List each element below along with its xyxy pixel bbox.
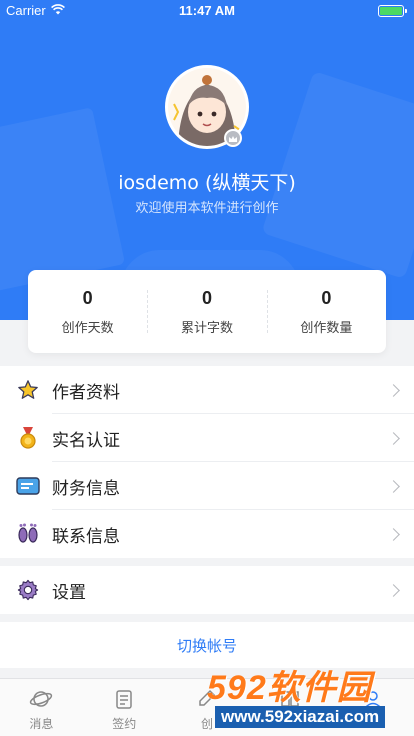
menu-item-label: 联系信息 — [52, 526, 120, 547]
crown-badge-icon — [224, 129, 242, 147]
stat-total-words: 0 累计字数 — [147, 270, 266, 353]
chevron-right-icon — [387, 431, 400, 445]
battery-icon — [378, 5, 407, 17]
welcome-text: 欢迎使用本软件进行创作 — [135, 201, 279, 216]
menu-item-label: 设置 — [52, 582, 86, 603]
stat-creation-count: 0 创作数量 — [266, 270, 386, 353]
menu-item-author-info[interactable]: 作者资料 — [0, 366, 414, 414]
menu-item-label: 作者资料 — [52, 382, 120, 403]
medal-icon — [16, 426, 40, 450]
watermark-brand: 592软件园 — [207, 669, 372, 707]
wallet-icon — [16, 474, 40, 498]
stats-card: 0 创作天数 0 累计字数 0 创作数量 — [28, 270, 386, 353]
stat-value: 0 — [201, 287, 212, 308]
profile-menu: 作者资料 实名认证 财务信息 联系信息 — [0, 366, 414, 558]
status-bar: Carrier 11:47 AM — [0, 0, 414, 22]
menu-item-finance[interactable]: 财务信息 — [0, 462, 414, 510]
menu-item-label: 财务信息 — [52, 478, 120, 499]
watermark: 592软件园 www.592xiazai.com — [205, 656, 414, 736]
stat-label: 创作天数 — [61, 320, 114, 336]
stat-value: 0 — [82, 287, 93, 308]
menu-item-real-name[interactable]: 实名认证 — [0, 414, 414, 462]
watermark-url: www.592xiazai.com — [215, 706, 386, 728]
clock: 11:47 AM — [179, 3, 235, 18]
chevron-right-icon — [387, 527, 400, 541]
chevron-right-icon — [387, 479, 400, 493]
stat-label: 创作数量 — [300, 320, 353, 336]
tab-label: 消息 — [29, 717, 54, 731]
star-icon — [16, 378, 40, 402]
menu-item-contact[interactable]: 联系信息 — [0, 510, 414, 558]
chevron-right-icon — [387, 583, 400, 597]
tab-messages[interactable]: 消息 — [0, 679, 83, 736]
settings-menu: 设置 — [0, 566, 414, 614]
stat-label: 累计字数 — [180, 320, 233, 336]
gear-icon — [16, 578, 40, 602]
tab-contract[interactable]: 签约 — [83, 679, 166, 736]
menu-item-label: 实名认证 — [52, 430, 120, 451]
footprints-icon — [16, 522, 40, 546]
username: iosdemo (纵横天下) — [118, 172, 296, 194]
stat-creation-days: 0 创作天数 — [28, 270, 147, 353]
stat-value: 0 — [321, 287, 332, 308]
contract-icon — [111, 687, 137, 711]
chevron-right-icon — [387, 383, 400, 397]
menu-item-settings[interactable]: 设置 — [0, 566, 414, 614]
planet-icon — [28, 687, 54, 711]
tab-label: 签约 — [112, 717, 137, 731]
